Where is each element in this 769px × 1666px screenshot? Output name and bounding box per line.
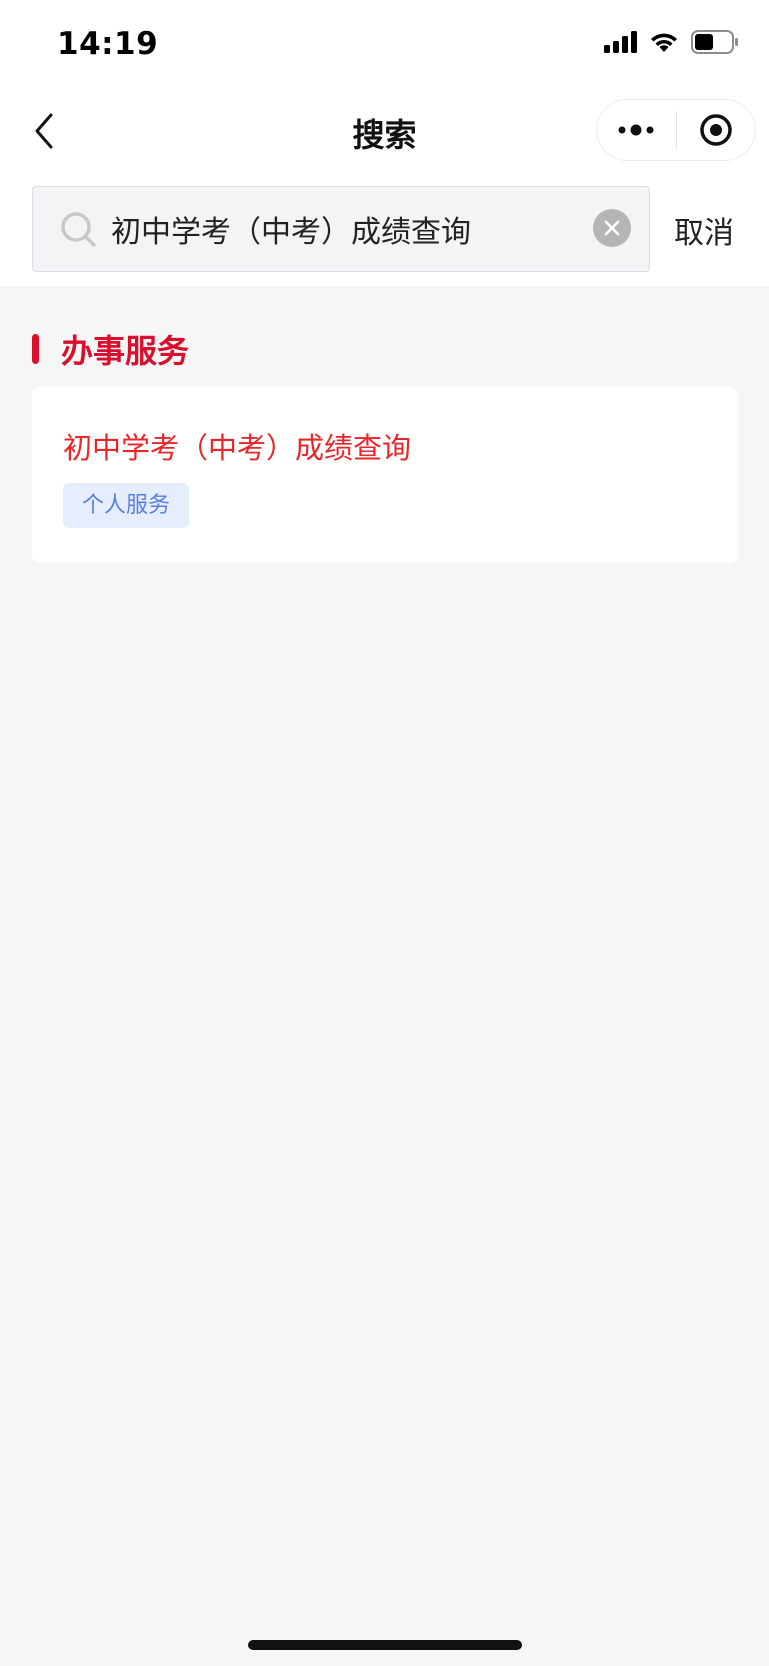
clear-search-button[interactable] xyxy=(593,209,631,247)
search-icon xyxy=(61,212,96,247)
cellular-signal-icon xyxy=(604,31,637,53)
section-title: 办事服务 xyxy=(61,332,190,370)
status-time: 14:19 xyxy=(57,26,159,62)
wifi-icon xyxy=(649,31,679,53)
battery-icon xyxy=(691,30,739,54)
close-icon xyxy=(604,220,620,236)
status-bar: 14:19 xyxy=(0,0,769,92)
section-accent-bar xyxy=(32,334,39,364)
status-icons xyxy=(604,30,739,54)
result-card[interactable]: 初中学考（中考）成绩查询 个人服务 xyxy=(32,387,738,563)
target-icon xyxy=(700,114,732,146)
more-button[interactable] xyxy=(597,100,676,160)
close-mini-program-button[interactable] xyxy=(677,100,756,160)
cancel-button[interactable]: 取消 xyxy=(674,208,734,252)
nav-bar: 搜索 xyxy=(0,92,769,170)
more-dots-icon xyxy=(618,124,654,136)
mini-program-capsule xyxy=(596,99,756,161)
search-row: 取消 xyxy=(0,186,769,272)
section-header: 办事服务 xyxy=(32,326,189,372)
search-input[interactable] xyxy=(111,207,581,251)
top-panel: 14:19 搜索 初中学考（中考）成绩查询 取消 xyxy=(0,0,769,286)
result-title[interactable]: 初中学考（中考）成绩查询 xyxy=(63,425,411,467)
result-tag: 个人服务 xyxy=(63,483,190,528)
home-indicator[interactable] xyxy=(248,1640,522,1650)
search-box xyxy=(32,186,650,272)
screen: 14:19 搜索 初中学考（中考）成绩查询 取消 办事服务 初中学考（中考）成绩… xyxy=(0,0,769,1666)
